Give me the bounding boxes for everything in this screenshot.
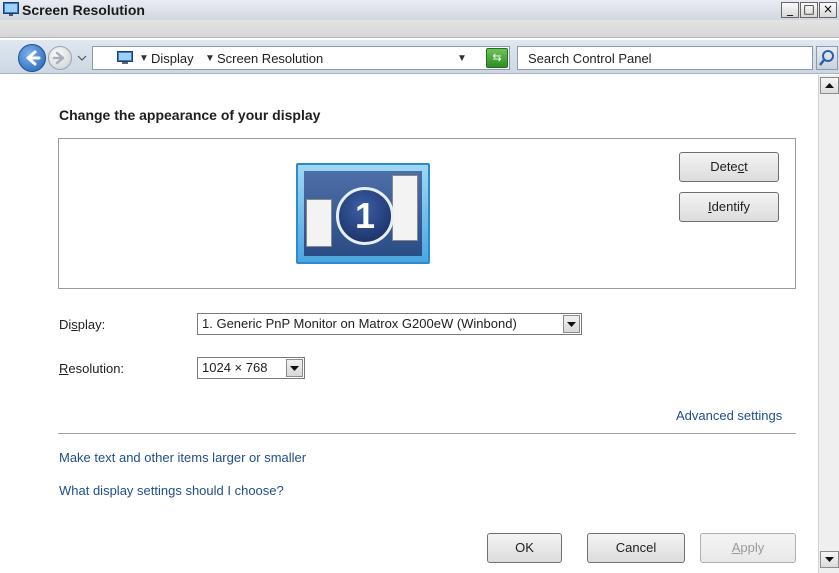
monitor-1-thumbnail[interactable]: 1 [296,163,430,264]
maximize-button[interactable]: □ [800,2,818,18]
resolution-label-rest: esolution: [68,361,125,376]
apply-button[interactable]: Apply [700,533,796,563]
minimize-button[interactable]: _ [781,2,799,18]
scroll-up-button[interactable] [820,77,839,94]
display-select[interactable]: 1. Generic PnP Monitor on Matrox G200eW … [197,313,582,335]
chevron-down-icon [825,557,834,562]
back-arrow-icon [26,50,41,66]
advanced-settings-link[interactable]: Advanced settings [676,408,782,423]
breadcrumb-display[interactable]: Display [151,51,194,66]
window-controls: _ □ × [781,2,837,18]
display-label-a: Di [59,317,72,332]
monitor-number-badge: 1 [336,187,394,245]
ok-button[interactable]: OK [487,533,562,563]
display-app-icon [3,2,19,16]
display-dropdown-arrow[interactable] [563,315,580,333]
resolution-select[interactable]: 1024 × 768 [197,357,305,379]
resolution-dropdown-arrow[interactable] [286,359,303,377]
back-button[interactable] [18,44,46,72]
text-size-link[interactable]: Make text and other items larger or smal… [59,450,306,465]
detect-label-a: Dete [710,159,738,174]
apply-label-rest: pply [740,540,765,555]
monitor-screen: 1 [304,171,422,256]
main-content: Change the appearance of your display 1 … [0,75,818,573]
resolution-select-value: 1024 × 768 [202,360,268,375]
history-dropdown-icon[interactable] [77,53,87,63]
breadcrumb-separator-icon[interactable]: ▼ [205,53,215,64]
display-help-link[interactable]: What display settings should I choose? [59,483,284,498]
breadcrumb-separator-icon[interactable]: ▼ [139,53,149,64]
detect-button[interactable]: Detect [679,152,779,182]
identify-label-rest: dentify [711,199,750,214]
refresh-button[interactable]: ⇆ [486,48,508,68]
search-input[interactable]: Search Control Panel [517,46,813,70]
forward-button[interactable] [48,46,72,70]
close-button[interactable]: × [819,2,837,18]
resolution-label-accel: R [59,361,69,376]
control-panel-icon [117,51,133,64]
vertical-scrollbar[interactable] [818,75,839,573]
chevron-down-icon [290,366,299,371]
title-bar: Screen Resolution _ □ × [0,0,839,38]
search-placeholder: Search Control Panel [528,51,652,66]
address-dropdown-icon[interactable]: ▼ [457,53,467,64]
navigation-bar: ▼ Display ▼ Screen Resolution ▼ ⇆ Search… [0,40,839,74]
cancel-button[interactable]: Cancel [587,533,685,563]
page-title: Change the appearance of your display [59,107,321,123]
display-preview-panel: 1 Detect Identify [58,138,796,289]
chevron-down-icon [567,322,576,327]
forward-arrow-icon [52,51,65,65]
mini-window-icon [392,175,418,241]
search-icon [819,50,834,66]
resolution-label: Resolution: [59,361,124,376]
display-select-value: 1. Generic PnP Monitor on Matrox G200eW … [202,316,517,331]
window-title: Screen Resolution [22,2,145,18]
title-bar-strip: Screen Resolution _ □ × [0,0,839,20]
display-label-b: play: [77,317,106,332]
mini-window-icon [306,199,332,247]
address-bar[interactable]: ▼ Display ▼ Screen Resolution ▼ [92,46,510,70]
detect-label-b: t [744,159,748,174]
search-button[interactable] [816,46,838,70]
section-divider [58,433,796,434]
refresh-icon: ⇆ [492,51,502,64]
scroll-down-button[interactable] [820,551,839,568]
display-label: Display: [59,317,105,332]
breadcrumb-screen-resolution[interactable]: Screen Resolution [217,51,323,66]
identify-button[interactable]: Identify [679,192,779,222]
chevron-up-icon [825,83,834,88]
